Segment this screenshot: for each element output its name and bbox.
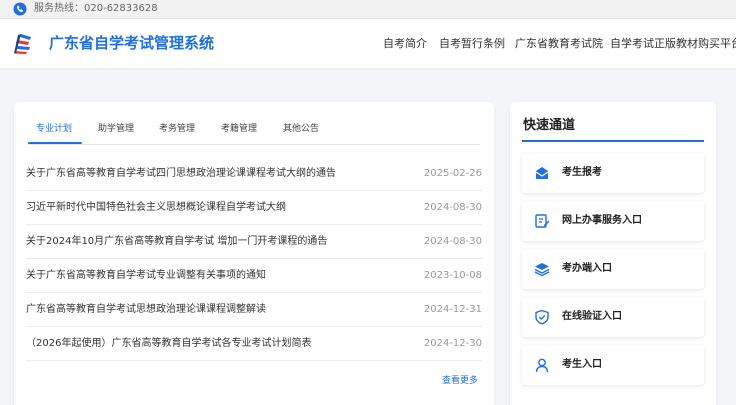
tab-exam-affairs[interactable]: 考务管理 [159, 123, 195, 135]
news-item[interactable]: 关于广东省高等教育自学考试专业调整有关事项的通知 2023-10-08 [26, 259, 482, 293]
quick-access-panel: 快速通道 考生报考 网上办事服务入口 考办端入口 在线验证入口 考生入口 [510, 102, 716, 405]
view-more-link[interactable]: 查看更多 [442, 375, 478, 387]
news-item-title[interactable]: 习近平新时代中国特色社会主义思想概论课程自学考试大纲 [26, 201, 286, 215]
quick-link-label: 考生报考 [562, 167, 602, 178]
quick-link-candidate-portal[interactable]: 考生入口 [522, 345, 704, 385]
news-item-date: 2023-10-08 [423, 270, 482, 281]
news-item[interactable]: 习近平新时代中国特色社会主义思想概论课程自学考试大纲 2024-08-30 [26, 191, 482, 225]
quick-link-online-verification[interactable]: 在线验证入口 [522, 297, 704, 337]
news-item-title[interactable]: 关于2024年10月广东省高等教育自学考试 增加一门开考课程的通告 [26, 235, 327, 249]
phone-icon [13, 2, 27, 16]
news-item-date: 2024-08-30 [423, 202, 482, 213]
news-item[interactable]: 关于广东省高等教育自学考试四门思想政治理论课课程考试大纲的通告 2025-02-… [26, 157, 482, 191]
tabs-divider [28, 144, 480, 145]
document-edit-icon [535, 214, 550, 228]
user-icon [535, 358, 549, 373]
quick-access-underline [522, 140, 704, 142]
quick-access-title: 快速通道 [523, 118, 576, 133]
news-item-date: 2024-12-31 [423, 304, 482, 315]
quick-link-label: 考生入口 [562, 359, 602, 370]
news-item-title[interactable]: （2026年起使用）广东省高等教育自学考试各专业考试计划简表 [26, 337, 311, 351]
news-item[interactable]: 关于2024年10月广东省高等教育自学考试 增加一门开考课程的通告 2024-0… [26, 225, 482, 259]
news-panel: 专业计划 助学管理 考务管理 考籍管理 其他公告 关于广东省高等教育自学考试四门… [14, 102, 494, 405]
quick-link-label: 在线验证入口 [562, 311, 622, 322]
nav-item-exam-authority[interactable]: 广东省教育考试院 [515, 37, 603, 51]
quick-link-office-portal[interactable]: 考办端入口 [522, 249, 704, 289]
news-item-date: 2024-12-30 [423, 338, 482, 349]
quick-link-exam-registration[interactable]: 考生报考 [522, 153, 704, 193]
tab-student-records[interactable]: 考籍管理 [221, 123, 257, 135]
tab-major-plan[interactable]: 专业计划 [36, 123, 72, 135]
quick-link-label: 考办端入口 [562, 263, 612, 274]
tab-tutoring-management[interactable]: 助学管理 [98, 123, 134, 135]
quick-link-online-service[interactable]: 网上办事服务入口 [522, 201, 704, 241]
nav-item-intro[interactable]: 自考简介 [383, 37, 427, 51]
logo-icon[interactable] [12, 31, 34, 55]
news-item-date: 2025-02-26 [423, 168, 482, 179]
nav-item-regulations[interactable]: 自考暂行条例 [439, 37, 505, 51]
layers-icon [534, 263, 550, 277]
mailbox-icon [535, 167, 549, 179]
site-title[interactable]: 广东省自学考试管理系统 [49, 33, 214, 53]
news-item-title[interactable]: 关于广东省高等教育自学考试四门思想政治理论课课程考试大纲的通告 [26, 167, 336, 181]
quick-link-label: 网上办事服务入口 [562, 215, 642, 226]
news-item-title[interactable]: 广东省高等教育自学考试思想政治理论课课程调整解读 [26, 303, 266, 317]
tab-other-notices[interactable]: 其他公告 [283, 123, 319, 135]
top-bar: 服务热线：020-62833628 [0, 0, 736, 19]
nav-item-textbook-platform[interactable]: 自学考试正版教材购买平台 [610, 37, 736, 51]
news-item[interactable]: （2026年起使用）广东省高等教育自学考试各专业考试计划简表 2024-12-3… [26, 327, 482, 361]
news-item-date: 2024-08-30 [423, 236, 482, 247]
hotline-text: 服务热线：020-62833628 [34, 3, 158, 14]
news-item-title[interactable]: 关于广东省高等教育自学考试专业调整有关事项的通知 [26, 269, 266, 283]
news-item[interactable]: 广东省高等教育自学考试思想政治理论课课程调整解读 2024-12-31 [26, 293, 482, 327]
site-header: 广东省自学考试管理系统 自考简介 自考暂行条例 广东省教育考试院 自学考试正版教… [0, 19, 736, 68]
shield-check-icon [535, 309, 549, 325]
